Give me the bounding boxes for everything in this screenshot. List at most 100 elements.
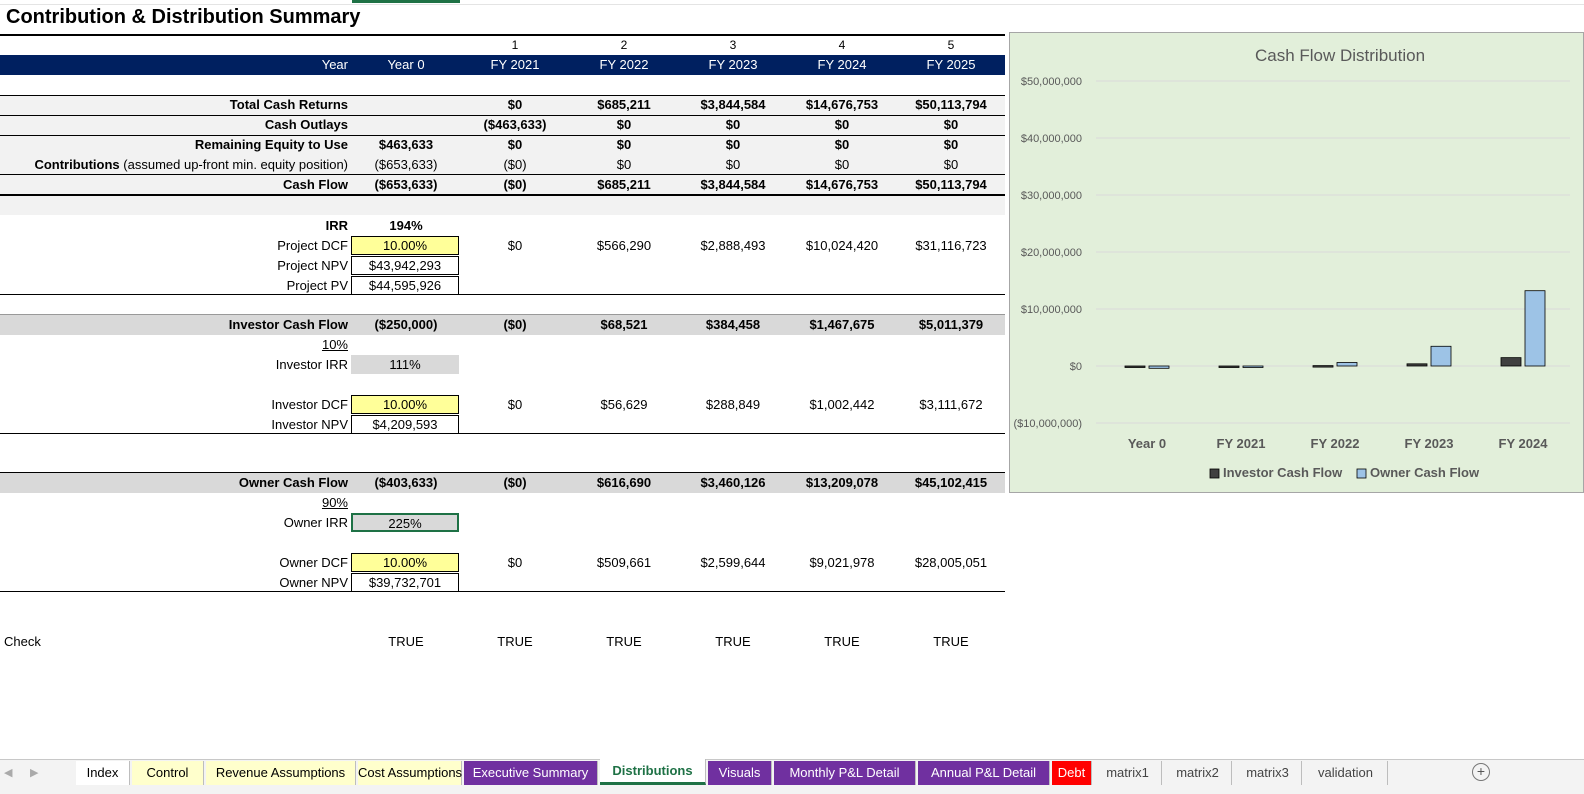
year-header[interactable]: FY 2025 [897,55,1005,75]
year-header[interactable]: FY 2022 [570,55,678,75]
party-investor-cf-value[interactable]: ($0) [461,315,569,335]
party-investor-cf-value[interactable]: $1,467,675 [788,315,896,335]
party-owner-share[interactable]: 90% [252,493,348,513]
party-investor-cf-value[interactable]: $5,011,379 [897,315,1005,335]
year-label[interactable]: Year [0,55,348,75]
party-investor-npv-label[interactable]: Investor NPV [0,415,348,435]
remaining_equity-value[interactable]: $0 [570,135,678,155]
cash_flow-value[interactable]: $685,211 [570,175,678,195]
party-investor-npv-value[interactable]: $4,209,593 [351,415,459,434]
check-value[interactable]: TRUE [897,632,1005,652]
contributions-value[interactable]: ($653,633) [352,155,460,175]
party-investor-cf-label[interactable]: Investor Cash Flow [0,315,348,335]
party-owner-cf-value[interactable]: $616,690 [570,473,678,493]
party-owner-cf-value[interactable]: $3,460,126 [679,473,787,493]
remaining_equity-value[interactable]: $0 [679,135,787,155]
cash_flow-label[interactable]: Cash Flow [0,175,348,195]
party-owner-cf-value[interactable]: $13,209,078 [788,473,896,493]
party-investor-irr-value[interactable]: 111% [351,355,459,374]
check-value[interactable]: TRUE [461,632,569,652]
party-owner-cf-value[interactable]: ($0) [461,473,569,493]
party-investor-cf-value[interactable]: ($250,000) [352,315,460,335]
party-investor-dcf-value[interactable]: $1,002,442 [788,395,896,415]
sheet-tab-validation[interactable]: validation [1304,761,1388,785]
check-value[interactable]: TRUE [788,632,896,652]
project-npv-label[interactable]: Project NPV [0,256,348,276]
project-dcf-value[interactable]: $2,888,493 [679,236,787,256]
total_cash_returns-value[interactable]: $685,211 [570,95,678,115]
party-owner-dcf-value[interactable]: $0 [461,553,569,573]
sheet-tab-matrix2[interactable]: matrix2 [1164,761,1232,785]
sheet-tab-visuals[interactable]: Visuals [708,761,772,785]
remaining_equity-label[interactable]: Remaining Equity to Use [0,135,348,155]
project-dcf-value[interactable]: $566,290 [570,236,678,256]
party-investor-cf-value[interactable]: $68,521 [570,315,678,335]
party-investor-share[interactable]: 10% [252,335,348,355]
project-dcf-value[interactable]: $31,116,723 [897,236,1005,256]
party-investor-dcf-label[interactable]: Investor DCF [0,395,348,415]
cash_outlays-value[interactable]: $0 [570,115,678,135]
remaining_equity-value[interactable]: $0 [788,135,896,155]
party-owner-dcf-value[interactable]: $9,021,978 [788,553,896,573]
sheet-tab-monthly-p-l-detail[interactable]: Monthly P&L Detail [774,761,916,785]
cash_flow-value[interactable]: $50,113,794 [897,175,1005,195]
cash_outlays-label[interactable]: Cash Outlays [0,115,348,135]
cash-flow-chart[interactable]: Cash Flow Distribution $50,000,000 $40,000… [1009,32,1584,493]
project-npv-value[interactable]: $43,942,293 [351,256,459,275]
party-owner-cf-value[interactable]: $45,102,415 [897,473,1005,493]
contributions-value[interactable]: $0 [679,155,787,175]
project-dcf-label[interactable]: Project DCF [0,236,348,256]
sheet-tab-index[interactable]: Index [76,761,130,785]
party-owner-dcf-label[interactable]: Owner DCF [0,553,348,573]
check-value[interactable]: TRUE [679,632,787,652]
total_cash_returns-value[interactable]: $14,676,753 [788,95,896,115]
party-owner-dcf-value[interactable]: $2,599,644 [679,553,787,573]
cash_outlays-value[interactable]: $0 [679,115,787,135]
sheet-tab-revenue-assumptions[interactable]: Revenue Assumptions [206,761,356,785]
contributions-value[interactable]: $0 [788,155,896,175]
party-investor-dcf-value[interactable]: $3,111,672 [897,395,1005,415]
remaining_equity-value[interactable]: $0 [897,135,1005,155]
contributions-value[interactable]: ($0) [461,155,569,175]
cash_flow-value[interactable]: ($653,633) [352,175,460,195]
period-number[interactable]: 3 [679,36,787,56]
project-pv-label[interactable]: Project PV [0,276,348,296]
total_cash_returns-value[interactable]: $50,113,794 [897,95,1005,115]
total_cash_returns-value[interactable]: $0 [461,95,569,115]
sheet-tab-distributions[interactable]: Distributions [600,759,706,785]
sheet-tab-annual-p-l-detail[interactable]: Annual P&L Detail [918,761,1050,785]
project-dcf-input[interactable]: 10.00% [351,236,459,255]
remaining_equity-value[interactable]: $0 [461,135,569,155]
party-investor-cf-value[interactable]: $384,458 [679,315,787,335]
check-value[interactable]: TRUE [570,632,678,652]
party-owner-npv-value[interactable]: $39,732,701 [351,573,459,592]
year-header[interactable]: FY 2024 [788,55,896,75]
project-pv-value[interactable]: $44,595,926 [351,276,459,295]
add-sheet-icon[interactable]: + [1472,763,1490,781]
year-header[interactable]: FY 2021 [461,55,569,75]
cash_flow-value[interactable]: ($0) [461,175,569,195]
cash_outlays-value[interactable]: $0 [897,115,1005,135]
sheet-tab-matrix3[interactable]: matrix3 [1234,761,1302,785]
party-investor-dcf-value[interactable]: $288,849 [679,395,787,415]
party-owner-dcf-value[interactable]: $509,661 [570,553,678,573]
project-irr-value[interactable]: 194% [352,216,460,236]
party-owner-cf-value[interactable]: ($403,633) [352,473,460,493]
party-owner-irr-label[interactable]: Owner IRR [0,513,348,533]
project-dcf-value[interactable]: $10,024,420 [788,236,896,256]
period-number[interactable]: 5 [897,36,1005,56]
sheet-tab-control[interactable]: Control [132,761,204,785]
cash_flow-value[interactable]: $3,844,584 [679,175,787,195]
party-investor-irr-label[interactable]: Investor IRR [0,355,348,375]
cash_outlays-value[interactable]: $0 [788,115,896,135]
party-owner-cf-label[interactable]: Owner Cash Flow [0,473,348,493]
check-label[interactable]: Check [4,632,41,652]
party-owner-irr-value[interactable]: 225% [351,513,459,532]
check-value[interactable]: TRUE [352,632,460,652]
total_cash_returns-label[interactable]: Total Cash Returns [0,95,348,115]
total_cash_returns-value[interactable]: $3,844,584 [679,95,787,115]
party-investor-dcf-value[interactable]: $0 [461,395,569,415]
remaining_equity-value[interactable]: $463,633 [352,135,460,155]
sheet-tab-matrix1[interactable]: matrix1 [1094,761,1162,785]
irr-label[interactable]: IRR [0,216,348,236]
